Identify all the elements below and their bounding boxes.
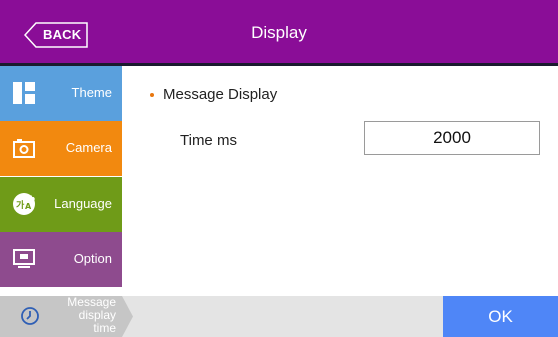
breadcrumb-label: Message display time [52, 296, 116, 335]
sidebar-item-label: Option [73, 251, 112, 266]
sidebar-item-option[interactable]: Option [0, 232, 122, 287]
sidebar-item-label: Camera [65, 140, 112, 155]
svg-text:가: 가 [16, 199, 25, 211]
sidebar-item-language[interactable]: 가 A b Language [0, 177, 122, 232]
time-ms-input[interactable] [364, 121, 540, 155]
sidebar-item-label: Language [54, 196, 112, 211]
sidebar-item-theme[interactable]: Theme [0, 66, 122, 121]
sidebar-item-camera[interactable]: Camera [0, 121, 122, 176]
ok-button[interactable]: OK [443, 296, 558, 337]
breadcrumb-line: time [93, 321, 116, 335]
breadcrumb: Message display time [0, 296, 134, 337]
camera-icon [13, 137, 35, 159]
section-bullet [150, 93, 154, 97]
time-ms-label: Time ms [180, 132, 237, 149]
svg-text:A: A [25, 202, 32, 211]
svg-text:b: b [30, 195, 35, 203]
page-title: Display [251, 23, 307, 42]
sidebar-item-label: Theme [71, 85, 112, 100]
language-icon: 가 A b [13, 193, 35, 215]
section-title: Message Display [163, 86, 278, 103]
theme-icon [13, 82, 35, 104]
option-icon [13, 248, 35, 270]
clock-icon [20, 306, 40, 326]
header-bar: BACK Display [0, 0, 558, 63]
